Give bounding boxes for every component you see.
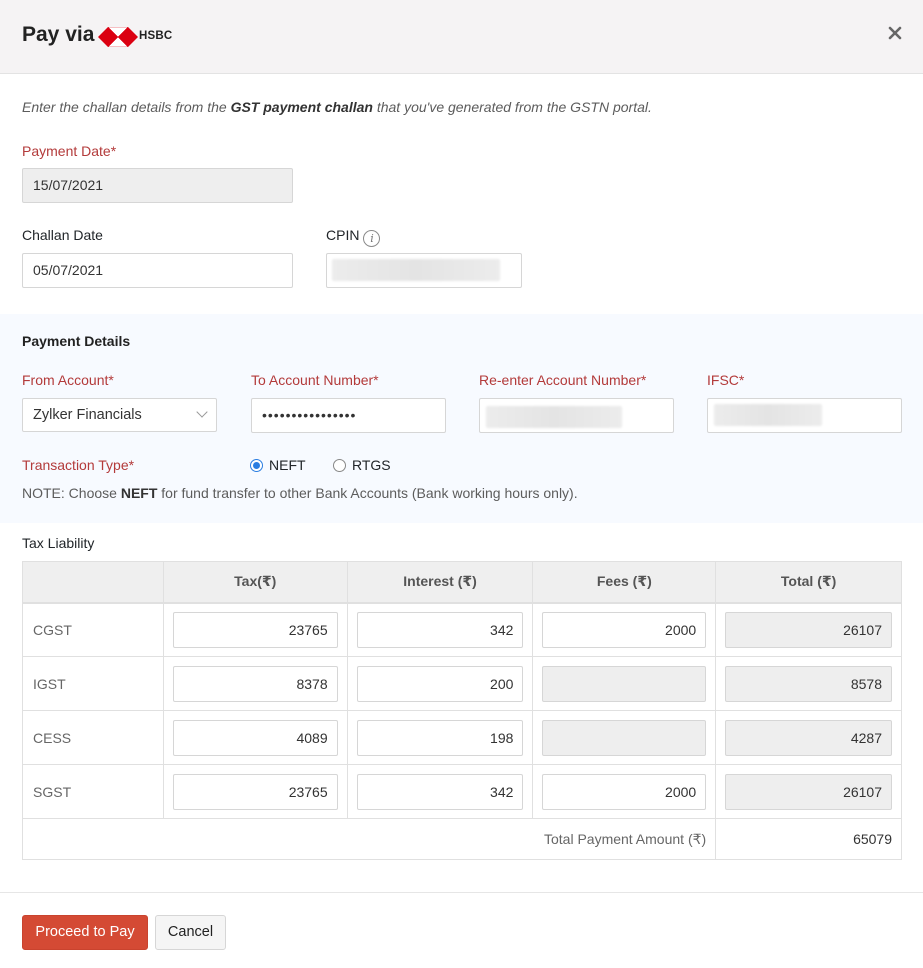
tax-input[interactable]: 8378 [172, 665, 338, 702]
row-label: SGST [22, 764, 164, 819]
total-cell: 8578 [715, 656, 902, 711]
cpin-label-text: CPIN [326, 227, 360, 243]
ifsc-label: IFSC* [707, 372, 745, 388]
column-header-fees: Fees (₹) [532, 561, 717, 604]
cpin-field[interactable] [326, 253, 522, 288]
tax-input[interactable]: 23765 [172, 611, 338, 648]
fees-input[interactable]: 2000 [542, 773, 707, 810]
tax-input[interactable]: 4089 [172, 719, 338, 756]
tax-liability-title: Tax Liability [22, 535, 95, 551]
cpin-label: CPIN i [326, 227, 381, 247]
tax-cell: 4089 [162, 710, 348, 765]
modal-header: Pay via HSBC [0, 0, 923, 74]
radio-rtgs-label: RTGS [352, 457, 391, 473]
from-account-select[interactable]: Zylker Financials [22, 398, 217, 432]
column-header-total: Total (₹) [715, 561, 902, 604]
interest-input[interactable]: 342 [356, 611, 524, 648]
redacted-value [332, 259, 500, 281]
interest-input[interactable]: 198 [356, 719, 524, 756]
note-bold-text: NEFT [120, 485, 158, 501]
total-cell: 26107 [715, 764, 902, 819]
footer-divider [0, 892, 923, 893]
hsbc-logo-icon [98, 27, 138, 47]
fees-cell [532, 710, 717, 765]
interest-cell: 342 [346, 602, 534, 657]
intro-bold-text: GST payment challan [230, 99, 373, 115]
transaction-type-label: Transaction Type* [22, 457, 135, 473]
fees-input [542, 665, 707, 702]
interest-input[interactable]: 200 [356, 665, 524, 702]
interest-cell: 198 [346, 710, 534, 765]
info-icon[interactable]: i [363, 230, 381, 247]
proceed-to-pay-button[interactable]: Proceed to Pay [22, 915, 148, 950]
total-cell: 4287 [715, 710, 902, 765]
table-row: CESS 4089 198 4287 [22, 710, 902, 765]
to-account-field[interactable]: •••••••••••••••• [251, 398, 446, 433]
row-label: IGST [22, 656, 164, 711]
chevron-down-icon [196, 406, 208, 418]
column-header-interest: Interest (₹) [346, 561, 534, 604]
fees-cell [532, 656, 717, 711]
total-field: 4287 [725, 719, 892, 756]
redacted-value [714, 404, 822, 426]
fees-cell: 2000 [532, 602, 717, 657]
payment-details-title: Payment Details [22, 333, 131, 349]
radio-neft[interactable]: NEFT [250, 457, 306, 473]
interest-cell: 342 [346, 764, 534, 819]
tax-input[interactable]: 23765 [172, 773, 338, 810]
cancel-button[interactable]: Cancel [155, 915, 226, 950]
fees-input [542, 719, 707, 756]
radio-neft-label: NEFT [269, 457, 306, 473]
intro-text: Enter the challan details from the GST p… [22, 99, 652, 115]
total-field: 26107 [725, 611, 892, 648]
tax-liability-table: Tax(₹) Interest (₹) Fees (₹) Total (₹) C… [21, 561, 902, 860]
to-account-label: To Account Number* [251, 372, 379, 388]
table-row: CGST 23765 342 2000 26107 [22, 602, 902, 657]
payment-date-label: Payment Date* [22, 143, 117, 159]
fees-cell: 2000 [532, 764, 717, 819]
redacted-value [486, 406, 622, 428]
note-text-part: NOTE: Choose [22, 485, 121, 501]
total-field: 8578 [725, 665, 892, 702]
table-row: IGST 8378 200 8578 [22, 656, 902, 711]
total-payment-row: Total Payment Amount (₹) 65079 [21, 818, 902, 860]
table-row: SGST 23765 342 2000 26107 [22, 764, 902, 819]
note-text-part: for fund transfer to other Bank Accounts… [157, 485, 578, 501]
table-header-row: Tax(₹) Interest (₹) Fees (₹) Total (₹) [22, 561, 902, 604]
total-payment-value: 65079 [715, 818, 902, 860]
reenter-account-field[interactable] [479, 398, 674, 433]
column-header-tax: Tax(₹) [162, 561, 348, 604]
radio-selected-icon[interactable] [250, 458, 263, 472]
total-field: 26107 [725, 773, 892, 810]
intro-text-part: that you've generated from the GSTN port… [372, 99, 652, 115]
tax-cell: 23765 [162, 764, 348, 819]
modal-title: Pay via [22, 23, 95, 46]
ifsc-field[interactable] [707, 398, 902, 433]
from-account-label: From Account* [22, 372, 114, 388]
row-label: CGST [22, 602, 164, 657]
payment-date-field[interactable]: 15/07/2021 [22, 168, 293, 203]
reenter-account-label: Re-enter Account Number* [479, 372, 647, 388]
interest-cell: 200 [346, 656, 534, 711]
tax-cell: 8378 [162, 656, 348, 711]
tax-cell: 23765 [162, 602, 348, 657]
radio-unselected-icon[interactable] [333, 458, 346, 472]
challan-date-label: Challan Date [22, 227, 103, 243]
intro-text-part: Enter the challan details from the [22, 99, 231, 115]
total-payment-label: Total Payment Amount (₹) [21, 818, 717, 860]
interest-input[interactable]: 342 [356, 773, 524, 810]
fees-input[interactable]: 2000 [542, 611, 707, 648]
bank-name: HSBC [139, 30, 173, 42]
total-cell: 26107 [715, 602, 902, 657]
close-icon[interactable] [886, 24, 904, 42]
radio-rtgs[interactable]: RTGS [333, 457, 391, 473]
row-label: CESS [22, 710, 164, 765]
challan-date-field[interactable]: 05/07/2021 [22, 253, 293, 288]
transaction-note: NOTE: Choose NEFT for fund transfer to o… [22, 485, 578, 501]
column-header [22, 561, 164, 604]
from-account-value: Zylker Financials [33, 407, 142, 423]
